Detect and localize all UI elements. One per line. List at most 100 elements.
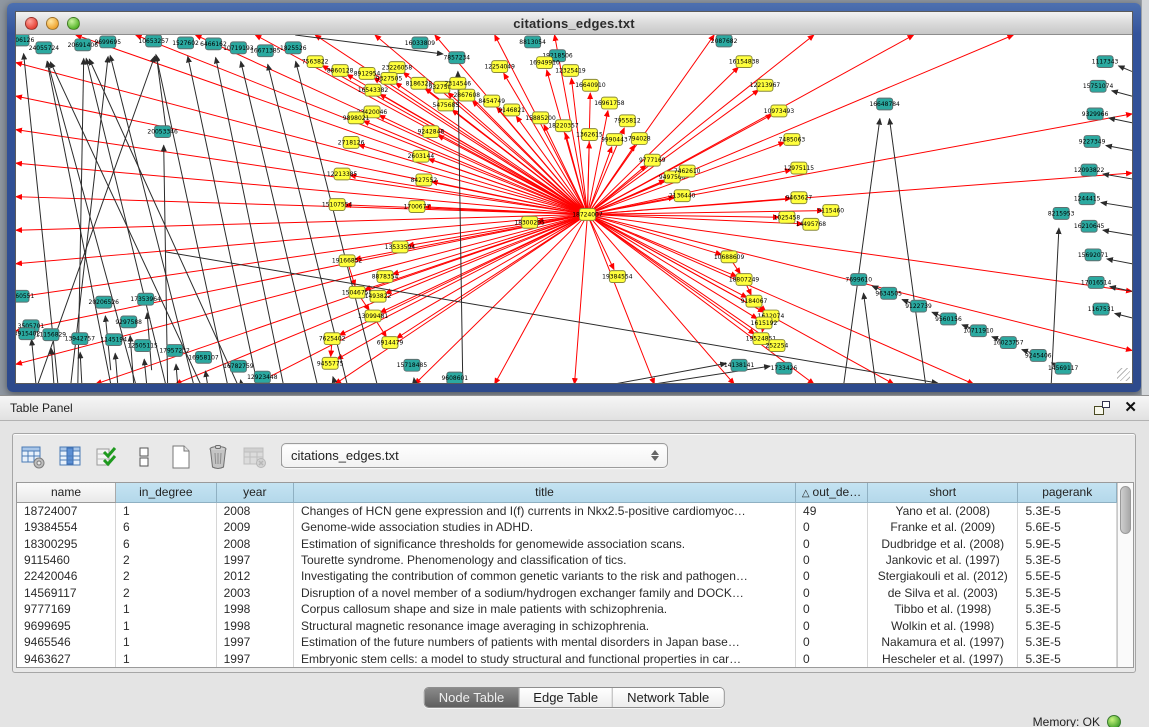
graph-node[interactable]: 1362615 xyxy=(576,129,603,141)
graph-node[interactable]: 794028 xyxy=(628,133,651,145)
select-columns-icon[interactable] xyxy=(93,443,121,471)
graph-node[interactable]: 12975115 xyxy=(784,162,815,174)
graph-node[interactable]: 8215953 xyxy=(1048,208,1075,220)
graph-node[interactable]: 12505115 xyxy=(127,340,158,352)
table-row[interactable]: 1938455462009Genome-wide association stu… xyxy=(17,519,1117,535)
vertical-scrollbar[interactable] xyxy=(1117,483,1133,667)
graph-node[interactable]: 8813054 xyxy=(519,36,546,48)
graph-node[interactable]: 1145194 xyxy=(100,334,127,346)
network-canvas[interactable]: 1506126240557242069140696996951065325715… xyxy=(16,35,1132,383)
graph-node[interactable]: 15107554 xyxy=(322,199,353,211)
graph-node[interactable]: 12213385 xyxy=(327,168,358,180)
create-column-icon[interactable] xyxy=(167,443,195,471)
graph-node[interactable]: 5475685 xyxy=(433,99,460,111)
graph-node[interactable]: 9699695 xyxy=(94,36,121,48)
graph-node[interactable]: 1244415 xyxy=(1074,193,1101,205)
network-window-titlebar[interactable]: citations_edges.txt xyxy=(16,12,1132,35)
graph-node[interactable]: 1167531 xyxy=(1088,303,1115,315)
graph-node[interactable]: 2087682 xyxy=(711,35,738,47)
tab-node-table[interactable]: Node Table xyxy=(425,688,520,707)
column-header-out_de[interactable]: △out_de… xyxy=(796,483,868,502)
column-header-short[interactable]: short xyxy=(868,483,1018,502)
graph-node[interactable]: 2718126 xyxy=(338,137,365,149)
table-row[interactable]: 977716911998Corpus callosum shape and si… xyxy=(17,601,1117,617)
tab-network-table[interactable]: Network Table xyxy=(613,688,723,707)
graph-node[interactable]: 16210645 xyxy=(1074,220,1105,232)
graph-node[interactable]: 17353964 xyxy=(130,293,161,305)
graph-node[interactable]: 252254 xyxy=(766,340,789,352)
table-row[interactable]: 1456911722003Disruption of a novel membe… xyxy=(17,585,1117,601)
graph-node[interactable]: 9463627 xyxy=(786,192,813,204)
graph-node[interactable]: 23226058 xyxy=(382,62,413,74)
graph-node[interactable]: 19166852 xyxy=(332,255,363,267)
table-row[interactable]: 1830029562008Estimation of significance … xyxy=(17,535,1117,551)
graph-node[interactable]: 16154838 xyxy=(729,56,760,68)
graph-node[interactable]: 16033809 xyxy=(405,37,436,49)
graph-node[interactable]: 16543382 xyxy=(358,84,389,96)
graph-node[interactable]: 16648784 xyxy=(869,98,900,110)
column-header-year[interactable]: year xyxy=(216,483,293,502)
graph-node[interactable]: 9227349 xyxy=(1079,136,1106,148)
zoom-button[interactable] xyxy=(67,17,80,30)
close-button[interactable] xyxy=(25,17,38,30)
graph-node[interactable]: 9455775 xyxy=(317,357,344,369)
graph-node[interactable]: 7699610 xyxy=(845,274,872,286)
graph-node[interactable]: 8427552 xyxy=(411,174,438,186)
graph-node[interactable]: 9608601 xyxy=(442,372,469,383)
graph-node[interactable]: 10653257 xyxy=(138,35,169,47)
graph-node[interactable]: 9990443 xyxy=(601,134,628,146)
graph-node[interactable]: 15751074 xyxy=(1083,80,1114,92)
graph-node[interactable]: 17016514 xyxy=(1081,277,1112,289)
network-window[interactable]: citations_edges.txt 15061262405572420691… xyxy=(7,3,1141,392)
graph-node[interactable]: 16961758 xyxy=(594,97,625,109)
graph-node[interactable]: 12093822 xyxy=(1074,164,1105,176)
graph-node[interactable]: 12923448 xyxy=(247,371,278,383)
minimize-button[interactable] xyxy=(46,17,59,30)
delete-column-icon[interactable] xyxy=(204,443,232,471)
graph-node[interactable]: 1700677 xyxy=(404,201,431,213)
graph-node[interactable]: 16958107 xyxy=(188,351,219,363)
scrollbar-thumb[interactable] xyxy=(1120,486,1131,534)
graph-node[interactable]: 19384554 xyxy=(602,271,633,283)
graph-node[interactable]: 9115460 xyxy=(818,205,845,217)
graph-node[interactable]: 2660551 xyxy=(16,290,35,302)
graph-node[interactable]: 16640910 xyxy=(575,79,606,91)
graph-node[interactable]: 1117343 xyxy=(1092,56,1119,68)
table-select-dropdown[interactable]: citations_edges.txt xyxy=(281,443,668,468)
table-row[interactable]: 946362711997Embryonic stem cells: a mode… xyxy=(17,650,1117,667)
graph-node[interactable]: 1527602 xyxy=(172,37,199,49)
graph-node[interactable]: 15692071 xyxy=(1078,249,1109,261)
resize-grip[interactable] xyxy=(1117,368,1130,381)
graph-node[interactable]: 1825526 xyxy=(280,42,307,54)
table-row[interactable]: 969969511998Structural magnetic resonanc… xyxy=(17,618,1117,634)
table-mode-icon[interactable] xyxy=(19,443,47,471)
graph-node[interactable]: 13942757 xyxy=(65,333,96,345)
graph-node[interactable]: 15718485 xyxy=(397,359,428,371)
graph-node[interactable]: 7563822 xyxy=(302,56,329,68)
graph-node[interactable]: 9245406 xyxy=(1025,349,1052,361)
graph-node[interactable]: 2867608 xyxy=(453,89,480,101)
graph-node[interactable]: 1733426 xyxy=(771,362,798,374)
graph-node[interactable]: 12254049 xyxy=(484,61,515,73)
graph-node[interactable]: 9329966 xyxy=(1082,108,1109,120)
tab-edge-table[interactable]: Edge Table xyxy=(519,688,613,707)
graph-node[interactable]: 14495768 xyxy=(796,218,827,230)
graph-node[interactable]: 8454749 xyxy=(478,95,505,107)
memory-status-indicator[interactable] xyxy=(1107,715,1121,727)
table-row[interactable]: 946554611997Estimation of the future num… xyxy=(17,634,1117,650)
graph-node[interactable]: 7857234 xyxy=(444,52,471,64)
graph-node[interactable]: 12213967 xyxy=(750,79,781,91)
graph-node[interactable]: 8860128 xyxy=(327,65,354,77)
graph-node[interactable]: 9184067 xyxy=(741,295,768,307)
graph-node[interactable]: 13099481 xyxy=(358,310,389,322)
show-columns-icon[interactable] xyxy=(56,443,84,471)
table-row[interactable]: 2242004622012Investigating the contribut… xyxy=(17,568,1117,584)
column-header-name[interactable]: name xyxy=(17,483,116,502)
graph-node[interactable]: 11156829 xyxy=(36,329,67,341)
graph-node[interactable]: 7955812 xyxy=(614,115,641,127)
close-panel-icon[interactable]: ✕ xyxy=(1124,401,1137,415)
graph-node[interactable]: 17957232 xyxy=(159,345,190,357)
graph-node[interactable]: 6914479 xyxy=(377,337,404,349)
table-row[interactable]: 1872400712008Changes of HCN gene express… xyxy=(17,502,1117,519)
float-panel-icon[interactable] xyxy=(1094,401,1110,415)
